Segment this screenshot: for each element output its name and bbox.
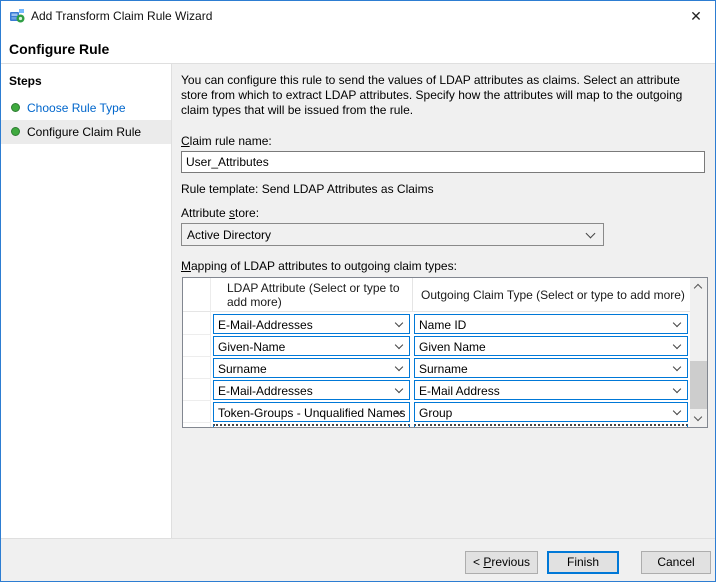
row-selector[interactable] [183,357,210,379]
step-label: Choose Rule Type [27,101,126,115]
step-completed-bullet-icon [11,103,20,112]
table-row: Given-Name Given Name [183,335,690,357]
chevron-down-icon [673,407,681,415]
step-label: Configure Claim Rule [27,125,141,139]
cancel-button[interactable]: Cancel [641,551,711,574]
chevron-down-icon [673,319,681,327]
sidebar-item-configure-claim-rule[interactable]: Configure Claim Rule [1,120,171,144]
chevron-down-icon [395,319,403,327]
column-header-ldap-attribute: LDAP Attribute (Select or type to add mo… [227,281,402,309]
step-current-bullet-icon [11,127,20,136]
chevron-down-icon [395,385,403,393]
ldap-attribute-select[interactable]: E-Mail-Addresses [213,314,410,334]
ldap-attribute-select[interactable]: Given-Name [213,336,410,356]
row-selector[interactable] [183,335,210,357]
rule-description: You can configure this rule to send the … [181,73,709,118]
table-row: E-Mail-Addresses E-Mail Address [183,379,690,401]
chevron-down-icon [586,229,596,239]
table-scrollbar[interactable] [690,278,707,427]
ldap-attribute-select[interactable] [213,424,410,427]
steps-sidebar: Steps Choose Rule Type Configure Claim R… [1,64,171,538]
outgoing-claim-type-select[interactable]: Given Name [414,336,688,356]
outgoing-claim-type-select[interactable]: Surname [414,358,688,378]
scroll-up-icon[interactable] [690,278,707,295]
outgoing-claim-type-select[interactable]: Name ID [414,314,688,334]
column-separator [412,278,413,312]
outgoing-claim-type-select[interactable] [414,424,688,427]
chevron-down-icon [395,363,403,371]
attribute-store-value: Active Directory [187,228,271,242]
attribute-store-label: Attribute store: [181,206,259,220]
ldap-attribute-select[interactable]: Token-Groups - Unqualified Names [213,402,410,422]
sidebar-item-choose-rule-type[interactable]: Choose Rule Type [1,96,171,120]
chevron-down-icon [395,341,403,349]
attribute-store-select[interactable]: Active Directory [181,223,604,246]
ldap-attribute-select[interactable]: E-Mail-Addresses [213,380,410,400]
chevron-down-icon [673,363,681,371]
content-panel: You can configure this rule to send the … [172,64,716,538]
mapping-label: Mapping of LDAP attributes to outgoing c… [181,259,457,273]
close-icon[interactable]: ✕ [687,7,705,25]
row-selector[interactable] [183,379,210,401]
window-title: Add Transform Claim Rule Wizard [31,1,212,31]
table-row: E-Mail-Addresses Name ID [183,313,690,335]
page-title: Configure Rule [9,41,109,57]
outgoing-claim-type-select[interactable]: Group [414,402,688,422]
wizard-window: Add Transform Claim Rule Wizard ✕ Config… [0,0,716,582]
row-selector[interactable] [183,401,210,423]
wizard-icon [9,8,25,24]
title-bar: Add Transform Claim Rule Wizard ✕ [1,1,715,31]
finish-button[interactable]: Finish [547,551,619,574]
steps-header: Steps [9,74,42,88]
scrollbar-thumb[interactable] [690,361,707,409]
scroll-down-icon[interactable] [690,410,707,427]
claim-rule-name-label: Claim rule name: [181,134,272,148]
previous-button[interactable]: < Previous [465,551,538,574]
mapping-table-header: LDAP Attribute (Select or type to add mo… [183,278,690,312]
chevron-down-icon [673,385,681,393]
column-header-outgoing-claim-type: Outgoing Claim Type (Select or type to a… [421,288,689,302]
row-selector[interactable] [183,313,210,335]
table-row: Surname Surname [183,357,690,379]
outgoing-claim-type-select[interactable]: E-Mail Address [414,380,688,400]
rule-template-label: Rule template: Send LDAP Attributes as C… [181,182,434,196]
mapping-table-body: E-Mail-Addresses Name ID Given-Name [183,313,690,427]
button-bar: < Previous Finish Cancel [1,539,715,582]
table-row: Token-Groups - Unqualified Names Group [183,401,690,423]
chevron-down-icon [673,341,681,349]
ldap-attribute-select[interactable]: Surname [213,358,410,378]
table-row-partial [183,423,690,427]
mapping-table: LDAP Attribute (Select or type to add mo… [182,277,708,428]
claim-rule-name-input[interactable] [181,151,705,173]
